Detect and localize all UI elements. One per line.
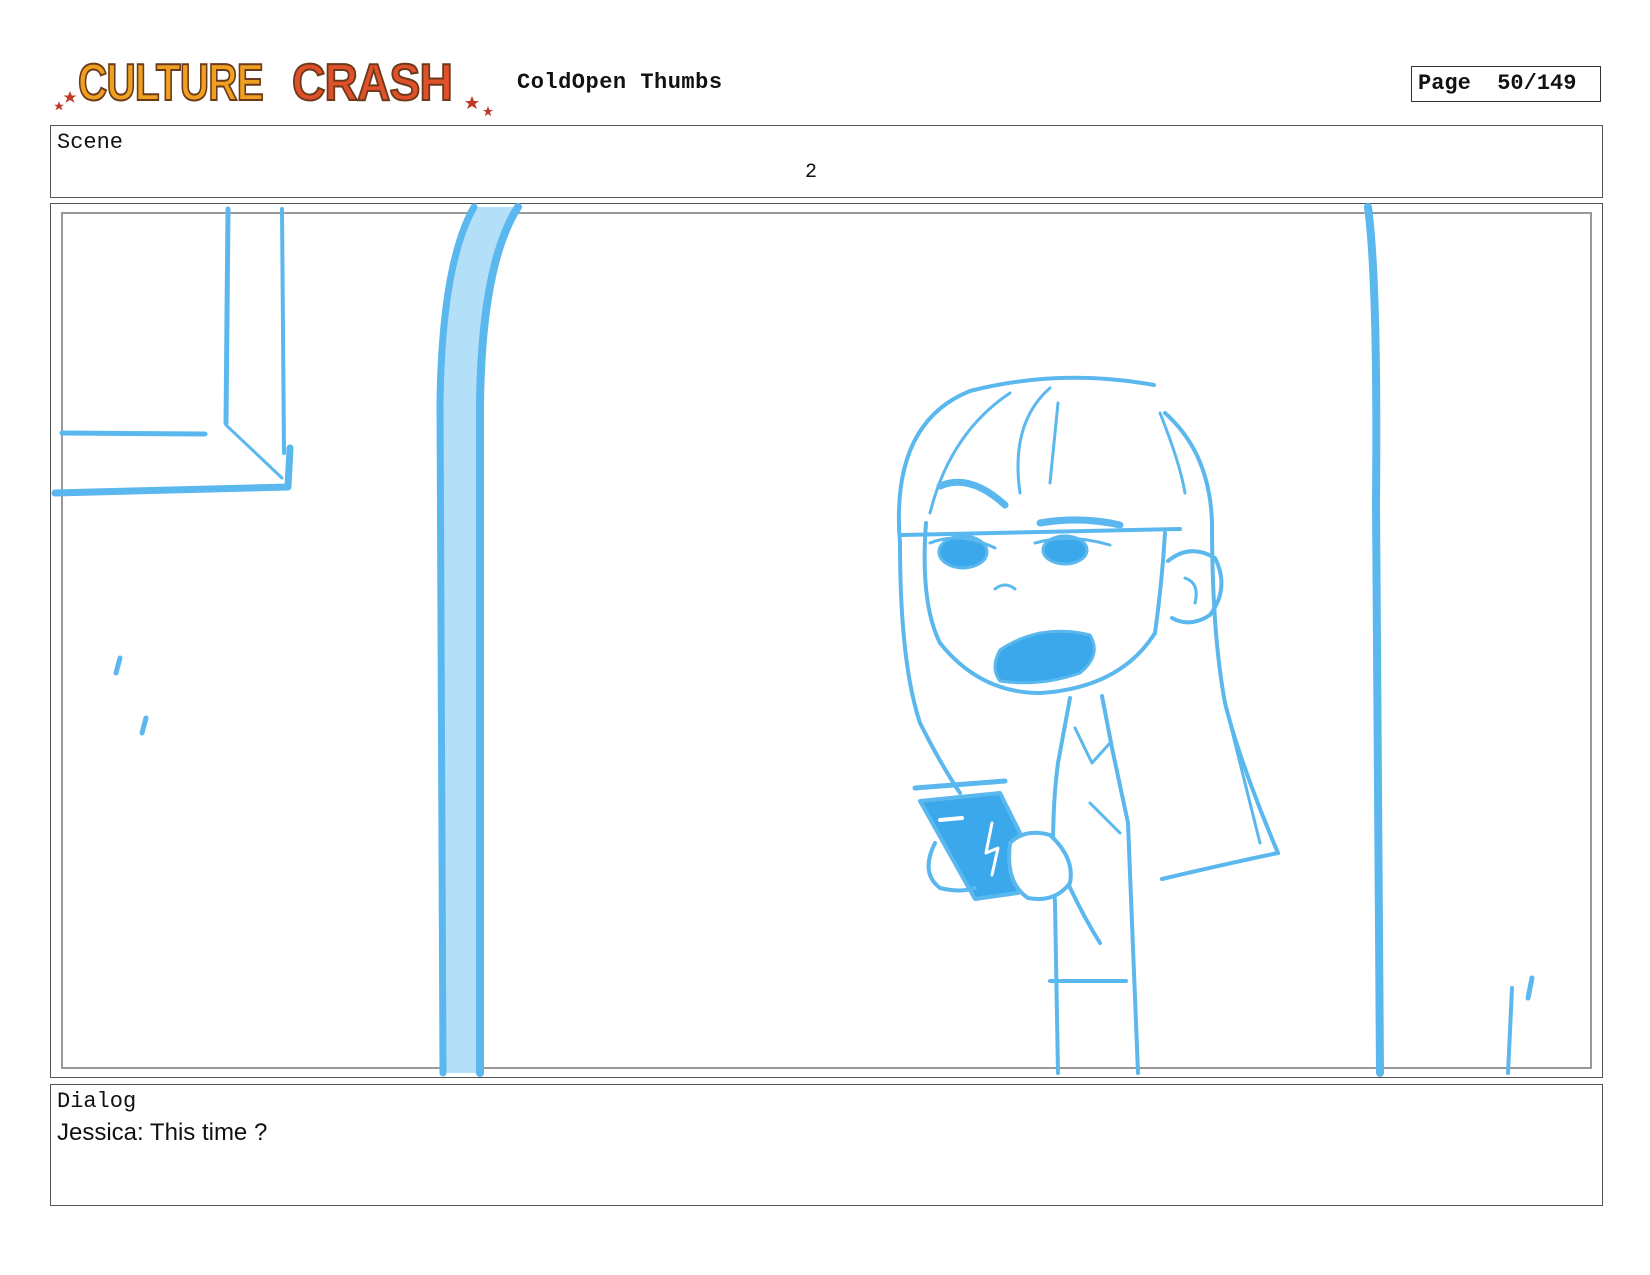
star-icon (54, 101, 64, 111)
star-icon (483, 106, 493, 116)
document-title: ColdOpen Thumbs (517, 70, 723, 95)
page-indicator: Page 50/149 (1411, 66, 1601, 102)
dialog-box: Dialog Jessica: This time ? (50, 1084, 1603, 1206)
dialog-text: Jessica: This time ? (57, 1119, 268, 1146)
star-icon (63, 91, 77, 103)
culture-crash-logo: CULTURE CRASH (54, 53, 493, 116)
dialog-label: Dialog (57, 1089, 137, 1114)
page-label: Page (1418, 71, 1471, 96)
page-number: 50/149 (1497, 71, 1577, 96)
window-frame-sketch (51, 206, 294, 736)
scene-box: Scene 2 (50, 125, 1603, 198)
character-jessica-sketch (896, 375, 1280, 1075)
scene-label: Scene (57, 130, 124, 155)
svg-text:CRASH: CRASH (292, 54, 452, 112)
star-icon (465, 96, 479, 109)
door-pillar-left-sketch (436, 203, 522, 1077)
storyboard-sketch (51, 203, 1535, 1077)
scene-number: 2 (805, 161, 818, 184)
door-edge-right-sketch (1364, 203, 1535, 1077)
svg-text:CULTURE: CULTURE (78, 54, 263, 112)
